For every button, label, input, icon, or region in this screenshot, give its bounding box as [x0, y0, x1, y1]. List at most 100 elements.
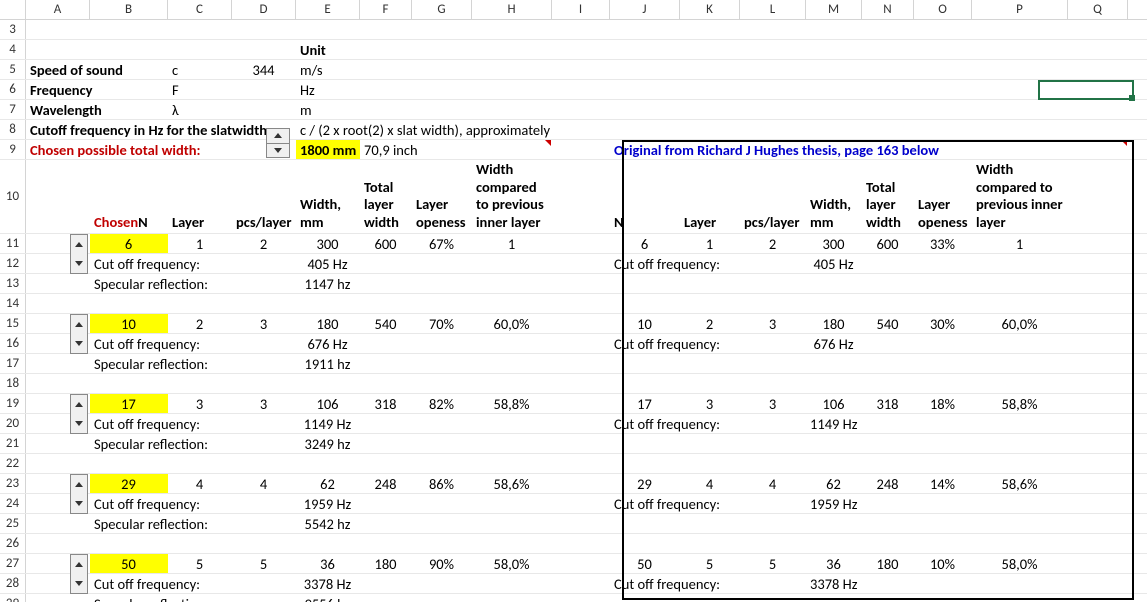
cell[interactable] [862, 334, 914, 353]
cell[interactable] [740, 20, 806, 39]
cell[interactable] [680, 40, 740, 59]
cell[interactable] [1068, 60, 1128, 79]
pcs-val-r[interactable]: 3 [740, 314, 806, 333]
cell[interactable] [168, 354, 232, 373]
cell[interactable] [862, 434, 914, 453]
cell[interactable] [472, 414, 552, 433]
chosen-width-label[interactable]: Chosen possible total width: [26, 140, 90, 159]
cell[interactable] [90, 100, 168, 119]
tlw-val[interactable]: 248 [360, 474, 412, 493]
cell[interactable] [862, 274, 914, 293]
cell[interactable] [26, 414, 90, 433]
layer-val-r[interactable]: 4 [680, 474, 740, 493]
col-header-E[interactable]: E [296, 0, 360, 19]
cell[interactable] [472, 120, 552, 139]
cell[interactable] [412, 334, 472, 353]
cutoff-val[interactable]: 3378 Hz [296, 574, 360, 593]
col-header-L[interactable]: L [740, 0, 806, 19]
open-val[interactable]: 70% [412, 314, 472, 333]
cell[interactable] [296, 294, 360, 313]
cell[interactable] [972, 120, 1068, 139]
cell[interactable] [862, 40, 914, 59]
cell[interactable] [360, 434, 412, 453]
cell[interactable] [680, 354, 740, 373]
row-header[interactable]: 25 [0, 514, 26, 533]
cell[interactable] [232, 594, 296, 602]
cell[interactable] [1068, 554, 1128, 573]
hdr-tlw-r[interactable]: Total layer width [862, 160, 914, 233]
cell[interactable] [232, 100, 296, 119]
specular-label[interactable]: Specular reflection: [90, 594, 168, 602]
c-value[interactable]: 344 [232, 60, 296, 79]
tlw-val-r[interactable]: 600 [862, 234, 914, 253]
unit-header[interactable]: Unit [296, 40, 360, 59]
pcs-val-r[interactable]: 3 [740, 394, 806, 413]
cell[interactable] [806, 40, 862, 59]
cell[interactable] [360, 120, 412, 139]
cell[interactable] [740, 140, 806, 159]
hdr-openess[interactable]: Layer openess [412, 160, 472, 233]
cell[interactable] [26, 294, 90, 313]
col-header-A[interactable]: A [26, 0, 90, 19]
cell[interactable] [472, 254, 552, 273]
cutoff-val[interactable]: 1149 Hz [296, 414, 360, 433]
cell[interactable] [1068, 314, 1128, 333]
col-header-M[interactable]: M [806, 0, 862, 19]
tlw-val[interactable]: 540 [360, 314, 412, 333]
cell[interactable] [806, 354, 862, 373]
row-header[interactable]: 17 [0, 354, 26, 373]
spinner-up-button[interactable] [71, 315, 87, 334]
cell[interactable] [360, 534, 412, 553]
cell[interactable] [914, 494, 972, 513]
cell[interactable] [168, 594, 232, 602]
cell[interactable] [232, 374, 296, 393]
cell[interactable] [552, 60, 610, 79]
specular-val[interactable]: 5542 hz [296, 514, 360, 533]
width-val[interactable]: 300 [296, 234, 360, 253]
cell[interactable] [168, 274, 232, 293]
cell[interactable] [472, 574, 552, 593]
col-header-P[interactable]: P [972, 0, 1068, 19]
cell[interactable] [862, 534, 914, 553]
cell[interactable] [740, 254, 806, 273]
cell[interactable] [412, 294, 472, 313]
width-val-r[interactable]: 62 [806, 474, 862, 493]
select-all-corner[interactable] [0, 0, 26, 19]
row-header[interactable]: 29 [0, 594, 26, 602]
cell[interactable] [232, 334, 296, 353]
cell[interactable] [806, 274, 862, 293]
cell[interactable] [90, 40, 168, 59]
cell[interactable] [552, 514, 610, 533]
cell[interactable] [360, 80, 412, 99]
cell[interactable] [972, 100, 1068, 119]
n-val-r[interactable]: 50 [610, 554, 680, 573]
width-val-r[interactable]: 106 [806, 394, 862, 413]
cell[interactable] [296, 454, 360, 473]
cell[interactable] [740, 374, 806, 393]
col-header-H[interactable]: H [472, 0, 552, 19]
cutoff-val-r[interactable]: 405 Hz [806, 254, 862, 273]
cell[interactable] [412, 100, 472, 119]
cell[interactable] [806, 434, 862, 453]
pcs-val-r[interactable]: 4 [740, 474, 806, 493]
cmp-val[interactable]: 58,0% [472, 554, 552, 573]
cell[interactable] [740, 494, 806, 513]
hdr-pcs[interactable]: pcs/layer [232, 160, 296, 233]
cell[interactable] [740, 434, 806, 453]
cell[interactable] [680, 120, 740, 139]
cell[interactable] [232, 20, 296, 39]
cell[interactable] [1068, 274, 1128, 293]
cell[interactable] [360, 354, 412, 373]
cell[interactable] [1068, 474, 1128, 493]
layer-val-r[interactable]: 3 [680, 394, 740, 413]
row-header[interactable]: 21 [0, 434, 26, 453]
cell[interactable] [90, 454, 168, 473]
cmp-val[interactable]: 1 [472, 234, 552, 253]
cell[interactable] [168, 414, 232, 433]
cell[interactable] [360, 20, 412, 39]
cell[interactable] [740, 294, 806, 313]
row-header[interactable]: 8 [0, 120, 26, 139]
cell[interactable] [232, 434, 296, 453]
cell[interactable] [412, 374, 472, 393]
cell[interactable] [862, 140, 914, 159]
